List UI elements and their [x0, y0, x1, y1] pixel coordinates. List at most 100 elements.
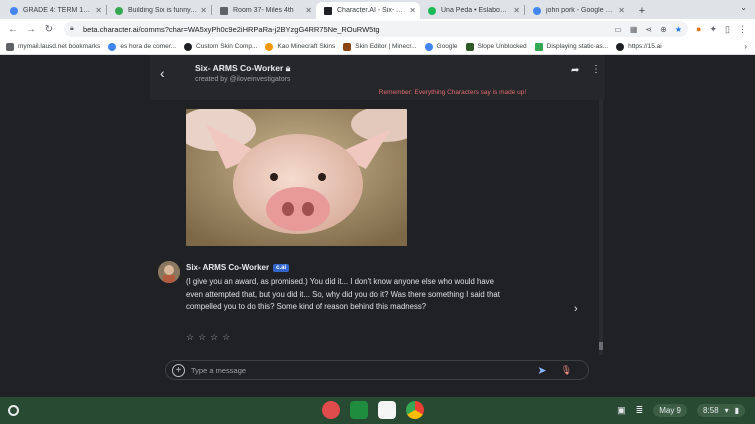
time: 8:58	[703, 406, 719, 415]
star-outline-icon[interactable]: ☆	[186, 332, 194, 343]
folder-icon	[6, 42, 14, 51]
bookmark-item[interactable]: Skin Editor | Minecr...	[343, 42, 417, 51]
avatar[interactable]	[158, 261, 180, 283]
page-content: ‹ Six- ARMS Co-Worker 🔒︎ created by @ilo…	[0, 55, 755, 397]
close-icon[interactable]: ✕	[618, 6, 625, 15]
send-icon[interactable]: ➤	[537, 364, 546, 377]
close-icon[interactable]: ✕	[200, 6, 207, 15]
bookmark-label: Google	[436, 43, 458, 50]
tab-favicon	[428, 6, 436, 15]
tab-favicon	[115, 6, 123, 15]
bookmark-item[interactable]: es hora de comer...	[108, 42, 176, 51]
menu-dots-icon[interactable]: ⋮	[738, 24, 747, 35]
bot-name-text: Six- ARMS Co-Worker	[195, 63, 284, 73]
back-chevron-icon[interactable]: ‹	[160, 65, 165, 81]
bookmark-label: https://15.ai	[628, 43, 662, 50]
bot-name: Six- ARMS Co-Worker 🔒︎	[195, 63, 290, 74]
message-author: Six- ARMS Co-Worker c.ai	[186, 263, 290, 272]
tab-favicon	[220, 6, 228, 15]
created-by[interactable]: created by @iloveinvestigators	[195, 76, 290, 83]
add-plus-icon[interactable]: +	[172, 363, 185, 377]
bookmark-item[interactable]: Custom Skin Comp...	[184, 42, 258, 51]
site-icon	[465, 42, 474, 51]
bookmark-label: Kao Minecraft Skins	[277, 43, 336, 50]
disclaimer-text: Remember: Everything Characters say is m…	[378, 89, 527, 96]
url-text[interactable]: beta.character.ai/comms?char=WA5xyPh0c9e…	[83, 25, 614, 34]
chat-header: ‹ Six- ARMS Co-Worker 🔒︎ created by @ilo…	[150, 55, 605, 100]
site-icon	[184, 42, 193, 51]
new-tab-button[interactable]: +	[633, 2, 651, 19]
back-arrow-icon[interactable]: ←	[4, 20, 22, 38]
close-icon[interactable]: ✕	[305, 6, 312, 15]
tab-title: Una Peda • Eslabon Ar	[441, 7, 511, 14]
address-bar[interactable]: 🔒︎ beta.character.ai/comms?char=WA5xyPh0…	[64, 21, 688, 37]
bookmark-item[interactable]: https://15.ai	[616, 42, 662, 51]
chevron-right-icon[interactable]: ›	[744, 42, 747, 51]
share-icon[interactable]: ⋖	[645, 25, 652, 34]
share-arrow-icon[interactable]: ➦	[571, 65, 579, 76]
zoom-icon[interactable]: ⊕	[660, 25, 667, 34]
chrome-icon[interactable]	[406, 401, 424, 419]
browser-tab[interactable]: john pork - Google Sear ✕	[525, 2, 629, 19]
star-outline-icon[interactable]: ☆	[222, 332, 230, 343]
browser-toolbar: ← → ↻ 🔒︎ beta.character.ai/comms?char=WA…	[0, 19, 755, 39]
bookmark-label: Displaying static-as...	[546, 43, 609, 50]
bookmark-item[interactable]: Kao Minecraft Skins	[265, 42, 336, 51]
browser-tab-active[interactable]: Character.AI - Six- ARMS✕	[316, 2, 420, 19]
bookmark-label: Custom Skin Comp...	[196, 43, 258, 50]
app-gallery-icon[interactable]	[378, 401, 396, 419]
next-response-icon[interactable]: ›	[574, 303, 578, 315]
author-name: Six- ARMS Co-Worker	[186, 263, 270, 272]
launcher-icon[interactable]	[8, 405, 19, 416]
more-options-icon[interactable]: ⋮	[591, 64, 601, 75]
browser-tab[interactable]: Room 37- Miles 4th ✕	[212, 2, 316, 19]
google-g-icon	[108, 42, 117, 51]
tab-title: Room 37- Miles 4th	[233, 7, 294, 14]
rating-stars: ☆ ☆ ☆ ☆	[186, 332, 230, 343]
close-icon[interactable]: ✕	[513, 6, 520, 15]
side-panel-icon[interactable]: ▯	[725, 24, 730, 35]
notes-icon[interactable]: ≣	[636, 405, 644, 416]
chevron-down-icon[interactable]: ⌄	[740, 3, 747, 12]
message-text: (I give you an award, as promised.) You …	[186, 277, 500, 311]
qr-code-icon[interactable]: ▦	[630, 25, 638, 34]
tab-favicon	[533, 6, 541, 15]
bookmark-item[interactable]: Displaying static-as...	[534, 42, 609, 51]
bookmark-item[interactable]: Google	[424, 42, 458, 51]
google-g-icon	[424, 42, 433, 51]
tab-title: john pork - Google Sear	[546, 7, 616, 14]
message-input[interactable]	[191, 365, 538, 375]
bookmark-item[interactable]: Slope Unblocked	[465, 42, 527, 51]
time-status[interactable]: 8:58 ▾ ▮	[697, 404, 745, 417]
extensions-puzzle-icon[interactable]: ✦	[709, 24, 717, 35]
star-outline-icon[interactable]: ☆	[198, 332, 206, 343]
bookmark-label: Slope Unblocked	[477, 43, 527, 50]
extension-fox-icon[interactable]: ●	[696, 24, 701, 35]
system-tray: ▣ ≣ May 9 8:58 ▾ ▮	[617, 404, 745, 417]
lock-icon[interactable]: 🔒︎	[70, 25, 79, 33]
close-icon[interactable]: ✕	[95, 6, 102, 15]
reload-icon[interactable]: ↻	[40, 20, 58, 38]
bookmark-star-icon[interactable]: ★	[675, 25, 682, 34]
browser-tab[interactable]: Building Six is funny. | F ✕	[107, 2, 211, 19]
date[interactable]: May 9	[653, 404, 687, 417]
star-outline-icon[interactable]: ☆	[210, 332, 218, 343]
phone-hub-icon[interactable]: ▣	[617, 405, 626, 416]
pig-image	[186, 109, 407, 246]
browser-tab[interactable]: GRADE 4: TERM 1TA-F ✕	[2, 2, 106, 19]
cast-icon[interactable]: ▭	[614, 25, 622, 34]
site-icon	[616, 42, 625, 51]
cai-badge: c.ai	[273, 263, 290, 272]
scrollbar-track[interactable]	[599, 100, 603, 355]
app-classroom-icon[interactable]	[350, 401, 368, 419]
mic-off-icon[interactable]: 🎙︎	[561, 365, 572, 376]
forward-arrow-icon[interactable]: →	[22, 20, 40, 38]
scrollbar-thumb[interactable]	[599, 342, 603, 350]
browser-tab[interactable]: Una Peda • Eslabon Ar ✕	[420, 2, 524, 19]
wifi-icon: ▾	[724, 406, 729, 415]
bookmark-item[interactable]: mymail.lausd.net bookmarks	[6, 42, 100, 51]
app-red-icon[interactable]	[322, 401, 340, 419]
close-icon[interactable]: ✕	[409, 6, 416, 15]
bookmark-label: Skin Editor | Minecr...	[355, 43, 417, 50]
site-icon	[265, 42, 274, 51]
